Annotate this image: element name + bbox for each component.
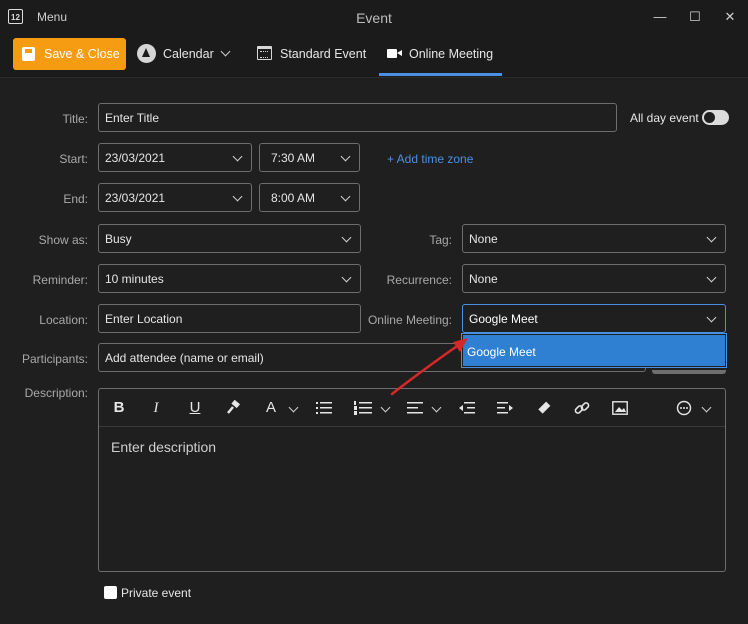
chevron-down-icon[interactable]	[701, 402, 712, 413]
reminder-label: Reminder:	[32, 273, 88, 287]
calendar-color-icon	[137, 44, 156, 63]
chevron-down-icon	[220, 46, 231, 57]
recurrence-select[interactable]: None	[462, 264, 726, 293]
calendar-label: Calendar	[163, 47, 214, 61]
checkbox-icon[interactable]	[104, 586, 117, 599]
bullet-list-icon[interactable]	[316, 398, 332, 418]
font-color-button[interactable]: A	[263, 398, 279, 418]
eraser-icon[interactable]	[536, 398, 552, 418]
location-label: Location:	[39, 313, 88, 327]
save-disk-icon	[22, 47, 35, 61]
tag-select[interactable]: None	[462, 224, 726, 253]
calendar-dropdown[interactable]: Calendar	[137, 38, 233, 70]
all-day-label: All day event	[630, 111, 699, 125]
online-meeting-select[interactable]: Google Meet	[462, 304, 726, 333]
online-meeting-tab-label: Online Meeting	[409, 47, 494, 61]
start-label: Start:	[59, 152, 88, 166]
end-time-select[interactable]: 8:00 AM	[259, 183, 360, 212]
chevron-down-icon	[232, 191, 243, 202]
title-placeholder: Enter Title	[105, 111, 160, 125]
participants-label: Participants:	[21, 352, 88, 366]
video-camera-icon	[387, 49, 402, 58]
calendar-grid-icon	[257, 46, 272, 60]
event-form: Title: Enter Title All day event Start: …	[0, 78, 748, 624]
annotation-arrow-icon	[390, 338, 468, 396]
format-painter-icon[interactable]	[225, 398, 241, 418]
description-placeholder: Enter description	[111, 439, 217, 455]
link-icon[interactable]	[574, 398, 590, 418]
reminder-value: 10 minutes	[105, 272, 164, 286]
all-day-toggle[interactable]	[702, 110, 729, 125]
chevron-down-icon[interactable]	[288, 402, 299, 413]
private-event-label: Private event	[121, 586, 192, 600]
chevron-down-icon	[341, 272, 352, 283]
recurrence-value: None	[469, 272, 498, 286]
tab-standard-event[interactable]: Standard Event	[257, 38, 367, 70]
online-meeting-value: Google Meet	[469, 312, 538, 326]
start-date-value: 23/03/2021	[105, 151, 166, 165]
maximize-icon[interactable]: ☐	[683, 6, 707, 28]
end-date-value: 23/03/2021	[105, 191, 166, 205]
chevron-down-icon	[706, 272, 717, 283]
location-input[interactable]: Enter Location	[98, 304, 361, 333]
tab-online-meeting[interactable]: Online Meeting	[379, 38, 502, 76]
underline-button[interactable]: U	[187, 398, 203, 418]
chevron-down-icon	[706, 312, 717, 323]
italic-button[interactable]: I	[149, 398, 163, 418]
online-meeting-dropdown: Google Meet	[461, 333, 727, 368]
start-time-select[interactable]: 7:30 AM	[259, 143, 360, 172]
end-date-select[interactable]: 23/03/2021	[98, 183, 252, 212]
tag-label: Tag:	[429, 233, 452, 247]
chevron-down-icon	[340, 151, 351, 162]
online-meeting-label: Online Meeting:	[367, 313, 452, 327]
reminder-select[interactable]: 10 minutes	[98, 264, 361, 293]
more-options-icon[interactable]	[676, 398, 692, 418]
title-label: Title:	[62, 112, 88, 126]
description-label: Description:	[24, 386, 88, 400]
save-close-label: Save & Close	[44, 47, 120, 61]
bold-button[interactable]: B	[111, 398, 127, 418]
active-tab-indicator	[379, 73, 502, 76]
outdent-icon[interactable]	[459, 398, 475, 418]
participants-placeholder: Add attendee (name or email)	[105, 351, 264, 365]
chevron-down-icon[interactable]	[380, 402, 391, 413]
toolbar: Save & Close Calendar Standard Event Onl…	[0, 34, 748, 78]
window-title: Event	[356, 10, 392, 26]
end-time-value: 8:00 AM	[271, 191, 316, 205]
show-as-value: Busy	[105, 232, 132, 246]
close-icon[interactable]: ✕	[718, 6, 742, 28]
chevron-down-icon	[341, 232, 352, 243]
title-input[interactable]: Enter Title	[98, 103, 617, 132]
participants-button-edge[interactable]	[652, 370, 726, 374]
start-time-value: 7:30 AM	[271, 151, 316, 165]
start-date-select[interactable]: 23/03/2021	[98, 143, 252, 172]
end-label: End:	[63, 192, 88, 206]
chevron-down-icon	[340, 191, 351, 202]
location-placeholder: Enter Location	[105, 312, 183, 326]
show-as-label: Show as:	[38, 233, 88, 247]
save-close-button[interactable]: Save & Close	[13, 38, 126, 70]
image-icon[interactable]	[612, 398, 628, 418]
show-as-select[interactable]: Busy	[98, 224, 361, 253]
title-bar: 12 Menu Event — ☐ ✕	[0, 0, 748, 34]
minimize-icon[interactable]: —	[648, 6, 672, 28]
add-time-zone-link[interactable]: + Add time zone	[387, 152, 473, 166]
chevron-down-icon[interactable]	[431, 402, 442, 413]
chevron-down-icon	[232, 151, 243, 162]
recurrence-label: Recurrence:	[386, 273, 452, 287]
dropdown-option-google-meet[interactable]: Google Meet	[463, 335, 725, 366]
numbered-list-icon[interactable]	[354, 398, 372, 418]
tag-value: None	[469, 232, 498, 246]
standard-event-label: Standard Event	[280, 47, 367, 61]
indent-icon[interactable]	[497, 398, 513, 418]
description-editor[interactable]: B I U A Enter description	[98, 388, 726, 572]
chevron-down-icon	[706, 232, 717, 243]
align-icon[interactable]	[407, 398, 423, 418]
